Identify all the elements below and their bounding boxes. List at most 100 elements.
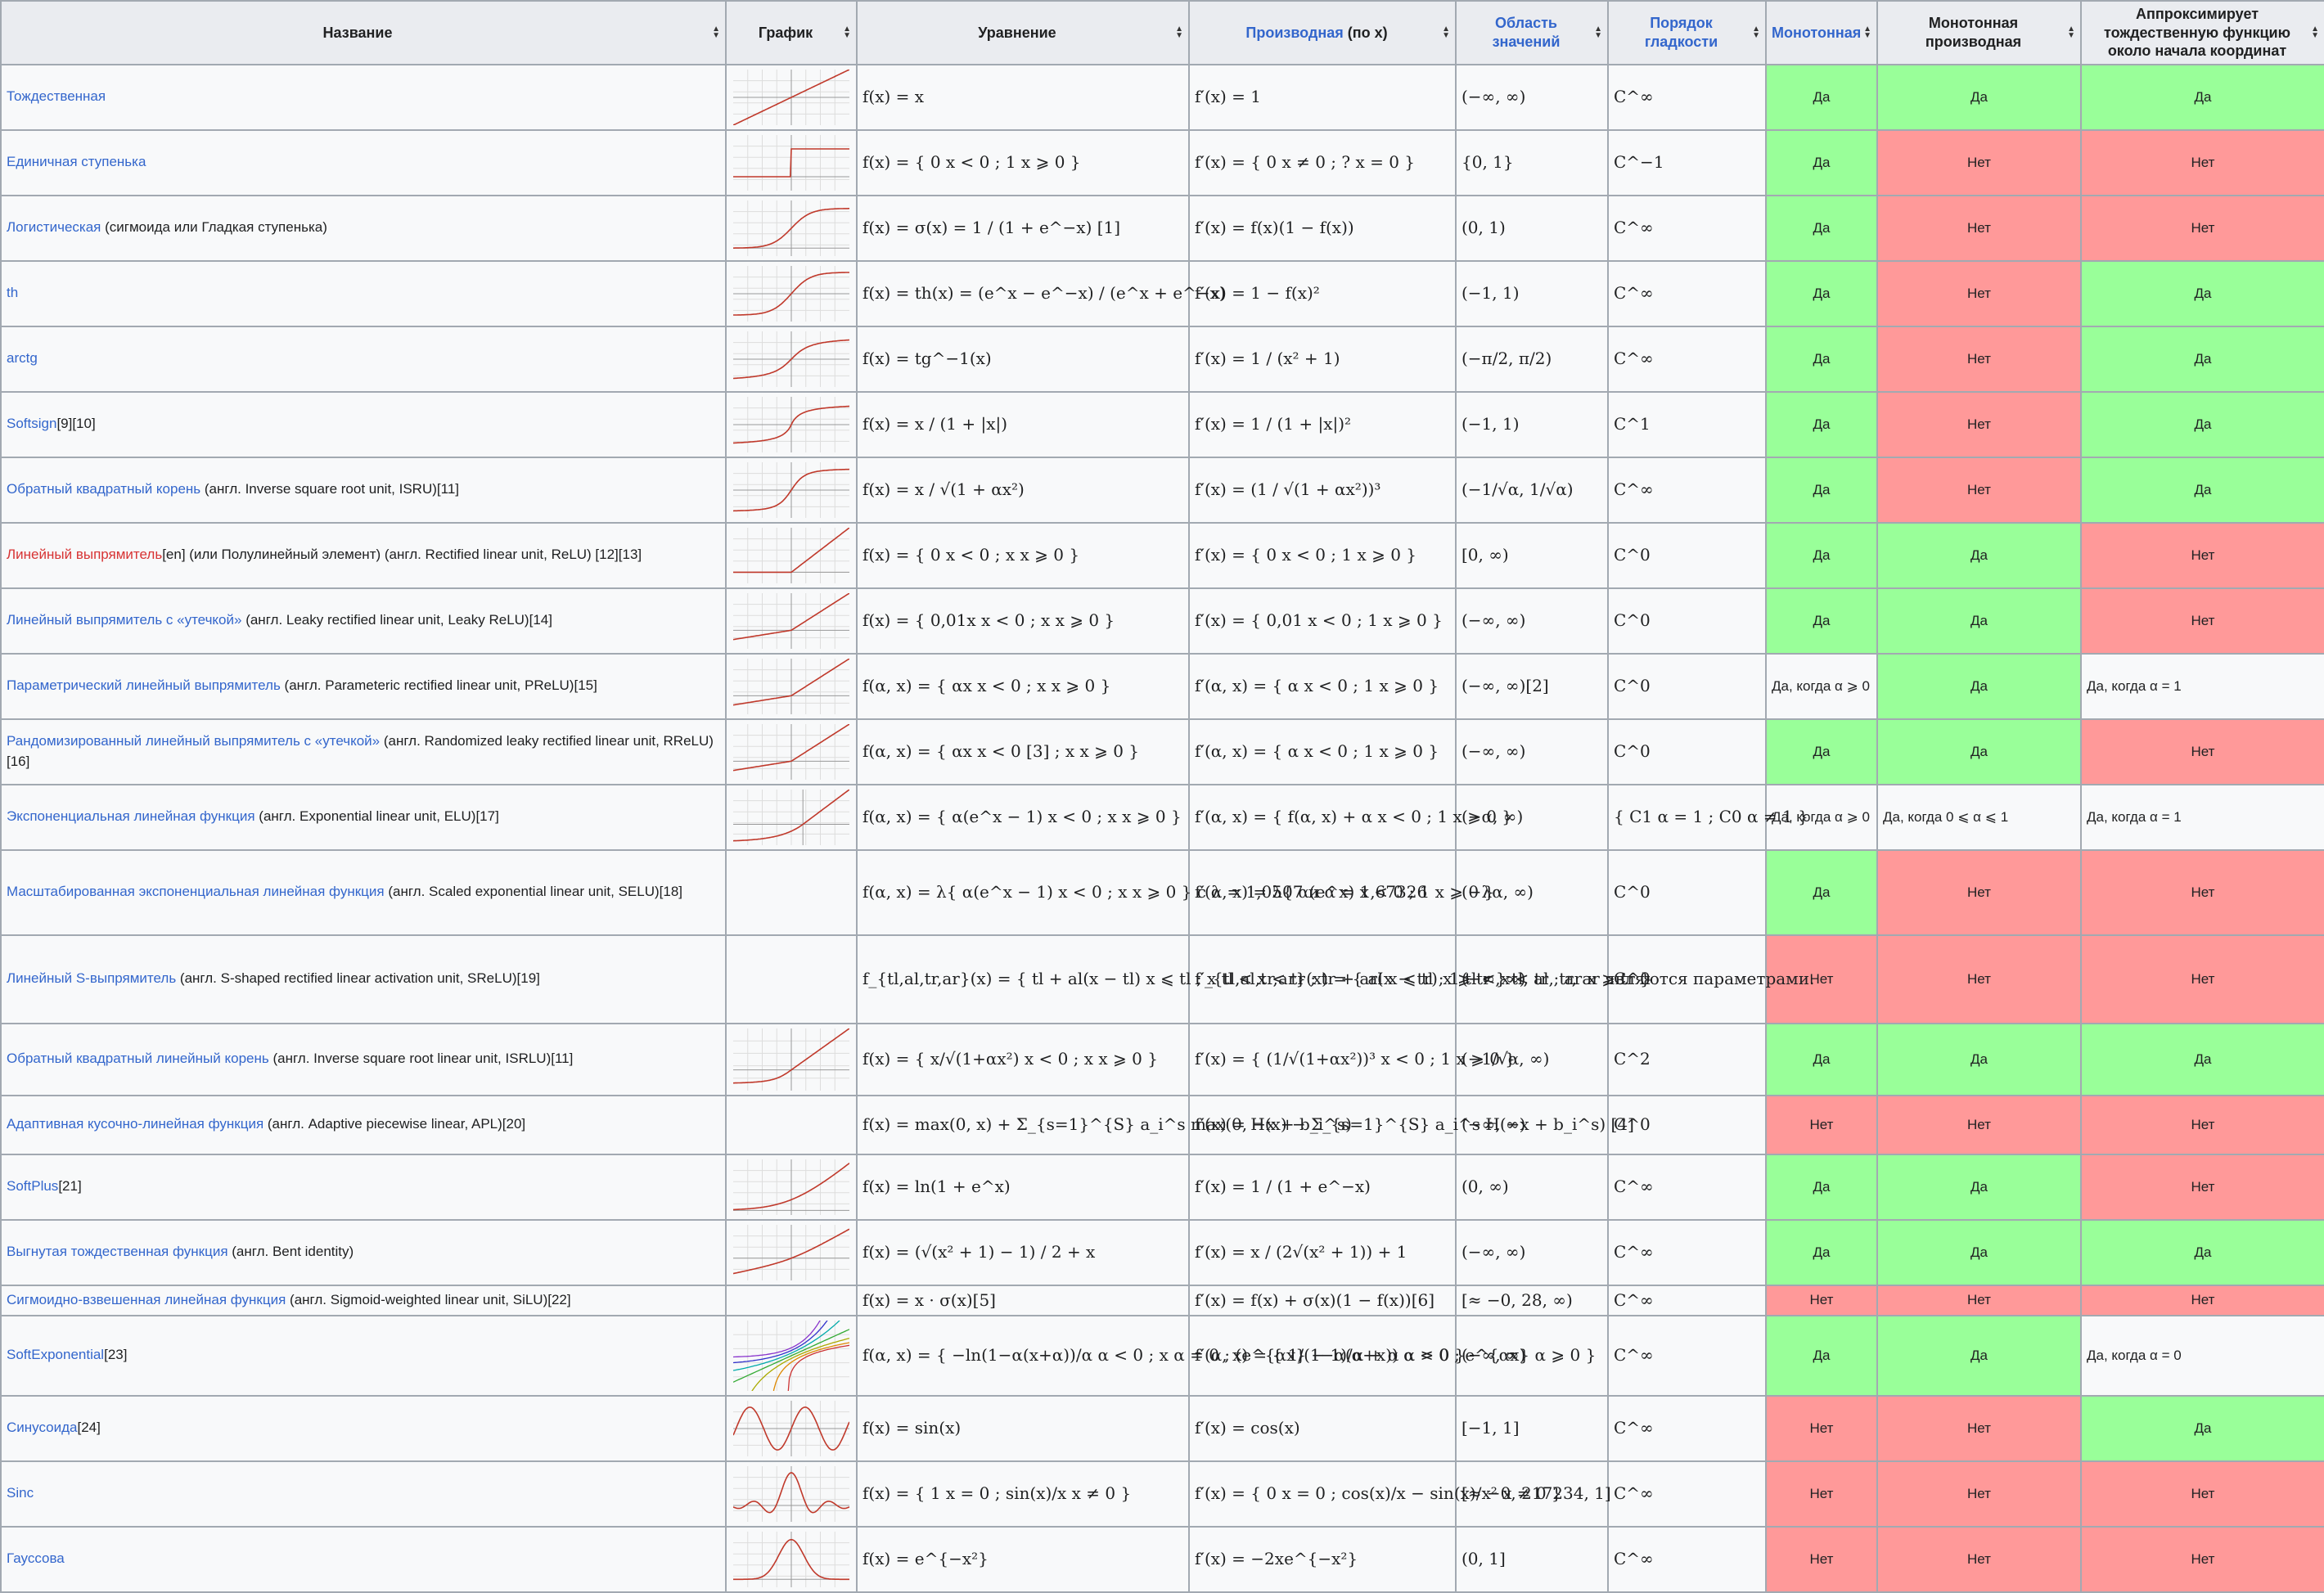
leaky-graph — [733, 658, 849, 714]
smoothness-cell: C^∞ — [1607, 1218, 1767, 1286]
col-header-monotonic-derivative[interactable]: Монотонная производная ▲ ▼ — [1876, 0, 2082, 65]
col-header-graph[interactable]: График ▲ ▼ — [725, 0, 858, 65]
function-link[interactable]: Экспоненциальная линейная функция — [7, 808, 255, 824]
table-row: Параметрический линейный выпрямитель (ан… — [0, 652, 2324, 720]
approximates-identity-cell: Нет — [2080, 934, 2324, 1024]
table-row: Обратный квадратный корень (англ. Invers… — [0, 456, 2324, 524]
monotonic-link[interactable]: Монотонная — [1772, 25, 1861, 41]
function-link[interactable]: Тождественная — [7, 88, 106, 104]
function-link[interactable]: Выгнутая тождественная функция — [7, 1244, 228, 1259]
function-link[interactable]: Синусоида — [7, 1420, 78, 1435]
function-name-cell: Тождественная — [0, 63, 727, 131]
monotonic-derivative-cell: Да — [1876, 63, 2082, 131]
function-link[interactable]: Сигмоидно-взвешенная линейная функция — [7, 1292, 286, 1307]
function-note: (англ. S-shaped rectified linear activat… — [176, 970, 540, 987]
table-row: Линейный S-выпрямитель (англ. S-shaped r… — [0, 934, 2324, 1024]
equation-cell: f(x) = sin(x) — [856, 1394, 1190, 1462]
equation-cell: f(x) = x / (1 + |x|) — [856, 390, 1190, 458]
function-link[interactable]: Линейный выпрямитель — [7, 547, 162, 562]
function-name-cell: Масштабированная экспоненциальная линейн… — [0, 848, 727, 936]
function-link[interactable]: Параметрический линейный выпрямитель — [7, 677, 281, 693]
col-header-approximates-identity[interactable]: Аппроксимирует тождественную функцию око… — [2080, 0, 2324, 65]
smoothness-cell: C^−1 — [1607, 128, 1767, 196]
range-link[interactable]: Область значений — [1493, 15, 1561, 50]
col-header-equation[interactable]: Уравнение ▲ ▼ — [856, 0, 1190, 65]
monotonic-cell: Да — [1765, 128, 1878, 196]
function-link[interactable]: Sinc — [7, 1485, 34, 1501]
function-name-cell: Softsign[9][10] — [0, 390, 727, 458]
function-name-cell: Линейный S-выпрямитель (англ. S-shaped r… — [0, 934, 727, 1024]
derivative-link[interactable]: Производная — [1245, 25, 1343, 41]
sort-icon[interactable]: ▲ ▼ — [2067, 25, 2075, 39]
smoothness-cell: C^∞ — [1607, 1153, 1767, 1221]
function-link[interactable]: Масштабированная экспоненциальная линейн… — [7, 884, 385, 899]
function-link[interactable]: Адаптивная кусочно-линейная функция — [7, 1116, 263, 1132]
approximates-identity-cell: Нет — [2080, 521, 2324, 589]
range-cell: (−∞, ∞) — [1455, 1218, 1609, 1286]
monotonic-derivative-cell: Да — [1876, 1022, 2082, 1096]
monotonic-derivative-cell: Нет — [1876, 1094, 2082, 1155]
function-link[interactable]: Softsign — [7, 416, 56, 431]
monotonic-derivative-cell: Да — [1876, 718, 2082, 785]
graph-cell — [725, 652, 858, 720]
tanh-graph — [733, 265, 849, 322]
sort-icon[interactable]: ▲ ▼ — [843, 25, 851, 39]
sort-icon[interactable]: ▲ ▼ — [1752, 25, 1760, 39]
sort-icon[interactable]: ▲ ▼ — [2311, 25, 2319, 39]
function-name-cell: SoftExponential[23] — [0, 1314, 727, 1397]
monotonic-derivative-cell: Да — [1876, 652, 2082, 720]
derivative-cell: f′(x) = cos(x) — [1188, 1394, 1457, 1462]
equation-cell: f(x) = { 0 x < 0 ; 1 x ⩾ 0 } — [856, 128, 1190, 196]
function-link[interactable]: Обратный квадратный линейный корень — [7, 1051, 269, 1066]
atan-graph — [733, 331, 849, 387]
derivative-cell: f′(x) = x / (2√(x² + 1)) + 1 — [1188, 1218, 1457, 1286]
function-link[interactable]: Гауссова — [7, 1550, 65, 1566]
sinc-graph — [733, 1465, 849, 1522]
monotonic-derivative-cell: Нет — [1876, 1460, 2082, 1528]
function-link[interactable]: SoftPlus — [7, 1178, 58, 1194]
monotonic-cell: Да — [1765, 1218, 1878, 1286]
sort-icon[interactable]: ▲ ▼ — [1594, 25, 1602, 39]
smoothness-link[interactable]: Порядок гладкости — [1645, 15, 1718, 50]
function-link[interactable]: Единичная ступенька — [7, 154, 146, 169]
table-row: th f(x) = th(x) = (e^x − e^−x) / (e^x + e… — [0, 259, 2324, 327]
function-link[interactable]: th — [7, 285, 18, 300]
table-row: Синусоида[24] f(x) = sin(x) f′(x) = cos(x)… — [0, 1394, 2324, 1462]
col-header-derivative[interactable]: Производная (по x) ▲ ▼ — [1188, 0, 1457, 65]
function-name-cell: Рандомизированный линейный выпрямитель с… — [0, 718, 727, 785]
smoothness-cell: C^∞ — [1607, 63, 1767, 131]
equation-cell: f(x) = tg^−1(x) — [856, 325, 1190, 393]
equation-cell: f(x) = e^{−x²} — [856, 1525, 1190, 1593]
col-header-name[interactable]: Название ▲ ▼ — [0, 0, 727, 65]
derivative-cell: f′(x) = −2xe^{−x²} — [1188, 1525, 1457, 1593]
range-cell: (−π/2, π/2) — [1455, 325, 1609, 393]
function-link[interactable]: Рандомизированный линейный выпрямитель с… — [7, 733, 380, 749]
sort-icon[interactable]: ▲ ▼ — [712, 25, 720, 39]
monotonic-cell: Да — [1765, 63, 1878, 131]
equation-cell: f(x) = { x/√(1+αx²) x < 0 ; x x ⩾ 0 } — [856, 1022, 1190, 1096]
function-link[interactable]: Обратный квадратный корень — [7, 481, 200, 497]
function-name-cell: Обратный квадратный линейный корень (анг… — [0, 1022, 727, 1096]
col-header-smoothness[interactable]: Порядок гладкости ▲ ▼ — [1607, 0, 1767, 65]
function-link[interactable]: SoftExponential — [7, 1347, 104, 1362]
leaky-graph — [733, 723, 849, 780]
col-header-range[interactable]: Область значений ▲ ▼ — [1455, 0, 1609, 65]
graph-cell — [725, 128, 858, 196]
function-link[interactable]: arctg — [7, 350, 38, 366]
monotonic-cell: Да, когда α ⩾ 0 — [1765, 783, 1878, 851]
approximates-identity-cell: Нет — [2080, 1153, 2324, 1221]
col-header-monotonic[interactable]: Монотонная ▲ ▼ — [1765, 0, 1878, 65]
monotonic-cell: Да — [1765, 390, 1878, 458]
derivative-cell: f′(α, x) = { f(α, x) + α x < 0 ; 1 x ⩾ 0… — [1188, 783, 1512, 851]
function-link[interactable]: Логистическая — [7, 219, 101, 235]
monotonic-cell: Да — [1765, 1314, 1878, 1397]
function-link[interactable]: Линейный выпрямитель с «утечкой» — [7, 612, 241, 628]
sort-icon[interactable]: ▲ ▼ — [1442, 25, 1450, 39]
table-row: Тождественная f(x) = x f′(x) = 1 (−∞, ∞) C^∞… — [0, 63, 2324, 131]
function-note: (англ. Leaky rectified linear unit, Leak… — [241, 612, 552, 628]
sort-icon[interactable]: ▲ ▼ — [1863, 25, 1871, 39]
function-link[interactable]: Линейный S-выпрямитель — [7, 970, 176, 986]
function-name-cell: Единичная ступенька — [0, 128, 727, 196]
sort-icon[interactable]: ▲ ▼ — [1175, 25, 1183, 39]
smoothness-cell: C^∞ — [1607, 1284, 1767, 1316]
